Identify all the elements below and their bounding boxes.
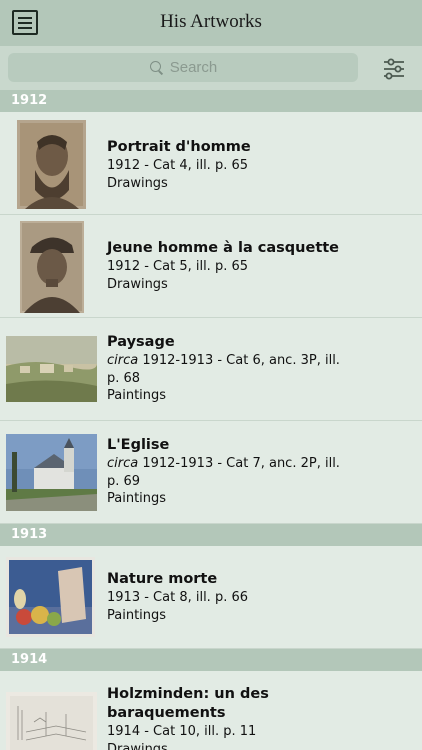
- list-item[interactable]: L'Eglise circa 1912-1913 - Cat 7, anc. 2…: [0, 421, 422, 524]
- artwork-list[interactable]: 1912 Portrait d'homme 1912 - Cat 4, ill.…: [0, 90, 422, 750]
- artwork-title: Paysage: [107, 334, 175, 350]
- artwork-details: 1914 - Cat 10, ill. p. 11: [107, 723, 347, 741]
- artwork-category: Paintings: [107, 388, 167, 403]
- sliders-icon[interactable]: [382, 58, 406, 80]
- artwork-info: Paysage circa 1912-1913 - Cat 6, anc. 3P…: [107, 333, 347, 405]
- section-header-1914: 1914: [0, 649, 422, 671]
- list-item[interactable]: Nature morte 1913 - Cat 8, ill. p. 66 Pa…: [0, 546, 422, 649]
- artwork-details: 1912 - Cat 5, ill. p. 65: [107, 258, 347, 276]
- section-header-1912: 1912: [0, 90, 422, 112]
- artwork-title: L'Eglise: [107, 437, 170, 453]
- artwork-details-text: 1912 - Cat 4, ill. p. 65: [107, 158, 249, 173]
- artwork-thumbnail: [17, 120, 86, 209]
- search-icon: [149, 60, 164, 75]
- artwork-details: 1913 - Cat 8, ill. p. 66: [107, 589, 347, 607]
- artwork-details: circa 1912-1913 - Cat 6, anc. 3P, ill. p…: [107, 352, 347, 387]
- list-item[interactable]: Portrait d'homme 1912 - Cat 4, ill. p. 6…: [0, 112, 422, 215]
- artwork-date-qualifier: circa: [107, 456, 139, 471]
- list-item[interactable]: Paysage circa 1912-1913 - Cat 6, anc. 3P…: [0, 318, 422, 421]
- page-title: His Artworks: [160, 11, 262, 32]
- list-item[interactable]: Holzminden: un des baraquements 1914 - C…: [0, 671, 422, 750]
- artwork-details-text: 1912-1913 - Cat 6, anc. 3P, ill. p. 68: [107, 353, 340, 386]
- artwork-details-text: 1914 - Cat 10, ill. p. 11: [107, 724, 257, 739]
- section-header-1913: 1913: [0, 524, 422, 546]
- artwork-details-text: 1913 - Cat 8, ill. p. 66: [107, 590, 249, 605]
- artwork-category: Paintings: [107, 491, 167, 506]
- artwork-details: circa 1912-1913 - Cat 7, anc. 2P, ill. p…: [107, 455, 347, 490]
- artwork-title: Portrait d'homme: [107, 139, 251, 155]
- artwork-thumbnail: [6, 692, 97, 750]
- artwork-info: Nature morte 1913 - Cat 8, ill. p. 66 Pa…: [107, 570, 347, 625]
- artwork-details-text: 1912-1913 - Cat 7, anc. 2P, ill. p. 69: [107, 456, 340, 489]
- artwork-info: Portrait d'homme 1912 - Cat 4, ill. p. 6…: [107, 138, 347, 193]
- search-placeholder: Search: [169, 59, 218, 76]
- artwork-thumbnail: [20, 221, 84, 313]
- artwork-date-qualifier: circa: [107, 353, 139, 368]
- navigation-bar: His Artworks: [0, 0, 422, 46]
- artwork-title: Nature morte: [107, 571, 218, 587]
- artwork-info: L'Eglise circa 1912-1913 - Cat 7, anc. 2…: [107, 436, 347, 508]
- artwork-title: Jeune homme à la casquette: [107, 240, 340, 256]
- artwork-thumbnail: [6, 336, 97, 402]
- artwork-category: Drawings: [107, 175, 168, 191]
- artwork-title: Holzminden: un des baraquements: [107, 686, 269, 721]
- search-bar: Search: [0, 46, 422, 90]
- artwork-info: Jeune homme à la casquette 1912 - Cat 5,…: [107, 239, 347, 294]
- search-input[interactable]: Search: [8, 53, 358, 82]
- artwork-category: Drawings: [107, 276, 168, 292]
- artwork-info: Holzminden: un des baraquements 1914 - C…: [107, 685, 347, 750]
- list-item[interactable]: Jeune homme à la casquette 1912 - Cat 5,…: [0, 215, 422, 318]
- artwork-details: 1912 - Cat 4, ill. p. 65: [107, 157, 347, 175]
- artwork-category: Drawings: [107, 741, 168, 750]
- artwork-thumbnail: [6, 434, 97, 511]
- artwork-details-text: 1912 - Cat 5, ill. p. 65: [107, 259, 249, 274]
- artwork-thumbnail: [6, 557, 95, 637]
- artwork-category: Paintings: [107, 607, 167, 623]
